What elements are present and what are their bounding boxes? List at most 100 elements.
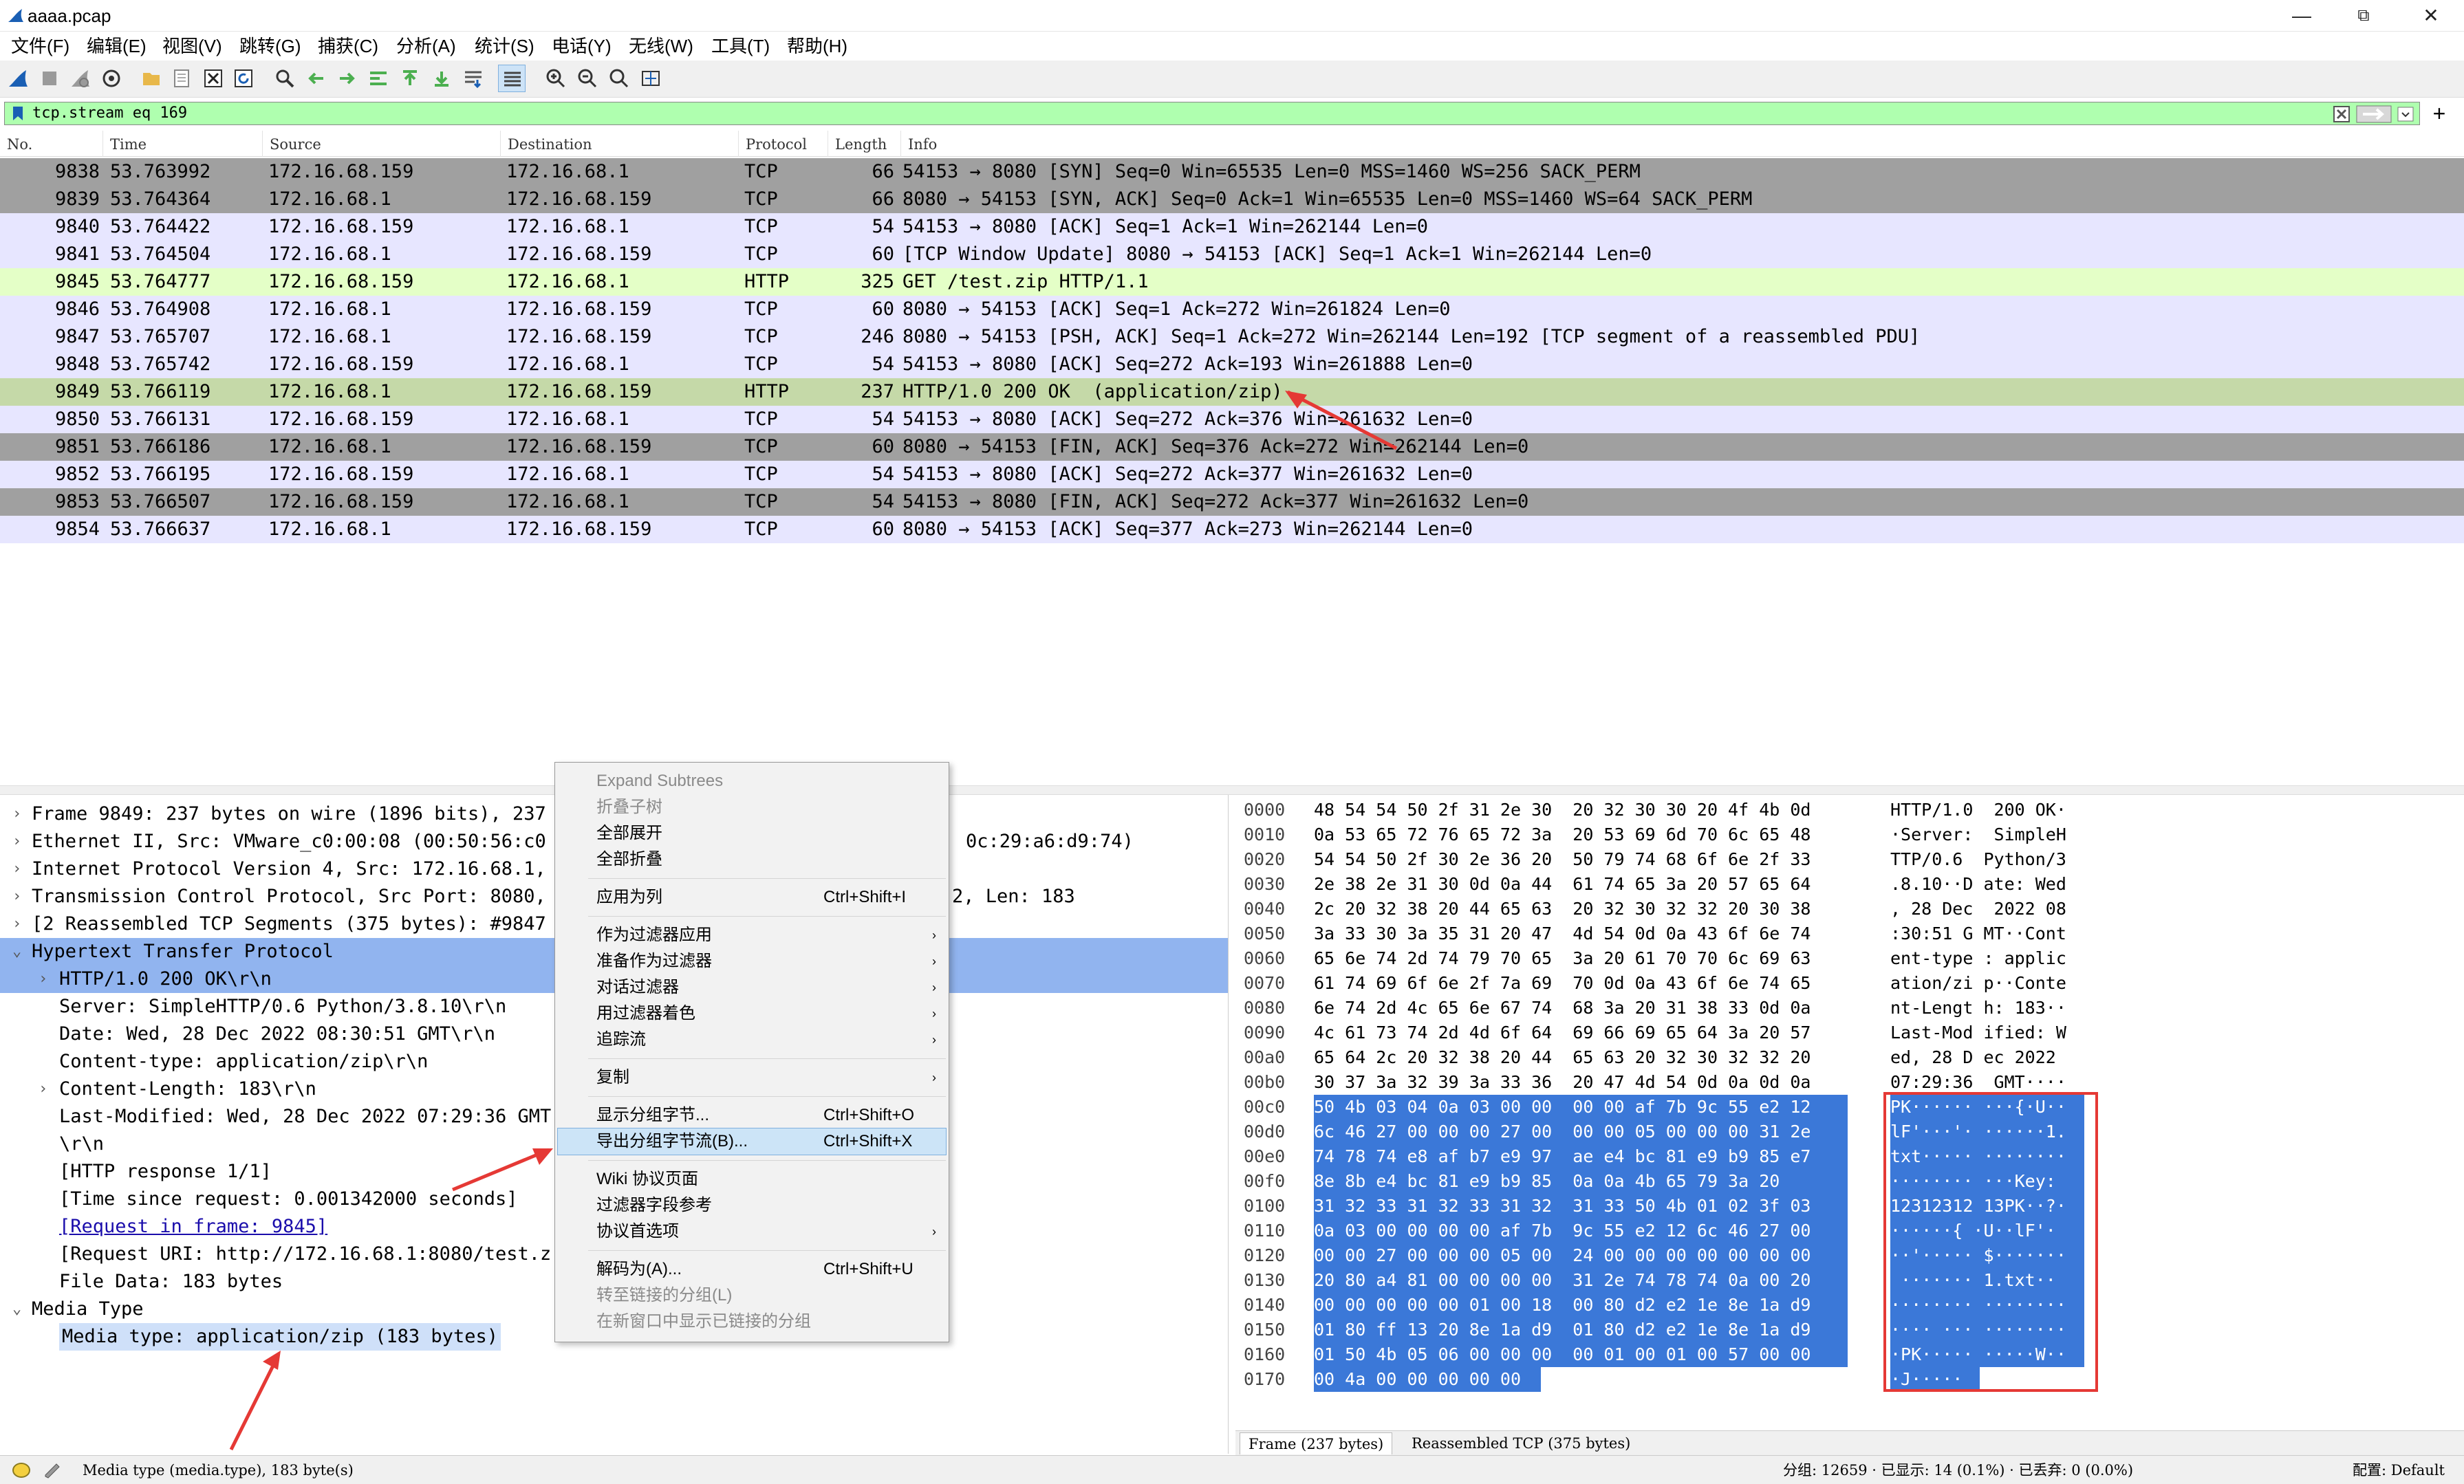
packet-row[interactable]: 9853 53.766507 172.16.68.159 172.16.68.1 TCP… [0, 488, 2464, 516]
stop-capture-icon[interactable] [39, 67, 61, 89]
context-menu-item[interactable]: 解码为(A)... Ctrl+Shift+U [558, 1256, 946, 1283]
detail-text[interactable]: [Request in frame: 9845] [59, 1213, 327, 1241]
menu-tools[interactable]: 工具(T) [706, 32, 775, 61]
context-menu-item[interactable]: 导出分组字节流(B)... Ctrl+Shift+X [557, 1128, 947, 1155]
context-menu-item[interactable]: 全部展开 [558, 820, 946, 847]
collapse-arrow-icon[interactable]: ⌄ [12, 1296, 21, 1323]
close-button[interactable]: ✕ [2401, 0, 2461, 32]
apply-filter-icon[interactable] [2356, 105, 2392, 123]
packet-row[interactable]: 9846 53.764908 172.16.68.1 172.16.68.159 TCP… [0, 296, 2464, 323]
minimize-button[interactable]: — [2271, 0, 2332, 32]
context-menu-label: 准备作为过滤器 [596, 952, 712, 970]
packet-row[interactable]: 9841 53.764504 172.16.68.1 172.16.68.159 TCP… [0, 241, 2464, 268]
packet-time: 53.764422 [110, 216, 211, 237]
context-menu-item[interactable]: 复制 › [558, 1065, 946, 1091]
packet-row[interactable]: 9839 53.764364 172.16.68.1 172.16.68.159 TCP… [0, 186, 2464, 213]
find-packet-icon[interactable] [274, 67, 296, 89]
context-menu-item[interactable]: Wiki 协议页面 [558, 1166, 946, 1192]
packet-row[interactable]: 9854 53.766637 172.16.68.1 172.16.68.159 TCP… [0, 516, 2464, 543]
close-file-icon[interactable] [202, 67, 224, 89]
auto-scroll-icon[interactable] [462, 67, 484, 89]
column-source[interactable]: Source [263, 131, 501, 157]
context-menu-item[interactable]: 用过滤器着色 › [558, 1001, 946, 1027]
bookmark-icon[interactable] [10, 105, 25, 122]
context-menu-item[interactable]: 对话过滤器 › [558, 974, 946, 1001]
go-forward-icon[interactable] [336, 67, 358, 89]
menu-file[interactable]: 文件(F) [6, 32, 75, 61]
context-menu-item[interactable]: 过滤器字段参考 [558, 1192, 946, 1219]
tab-frame[interactable]: Frame (237 bytes) [1240, 1432, 1393, 1454]
filter-dropdown-icon[interactable] [2397, 107, 2414, 122]
packet-row[interactable]: 9845 53.764777 172.16.68.159 172.16.68.1 HTT… [0, 268, 2464, 296]
context-menu-item[interactable]: 应用为列 Ctrl+Shift+I [558, 884, 946, 910]
packet-row[interactable]: 9852 53.766195 172.16.68.159 172.16.68.1 TCP… [0, 461, 2464, 488]
expand-arrow-icon[interactable]: › [12, 855, 21, 883]
packet-row[interactable]: 9838 53.763992 172.16.68.159 172.16.68.1 TCP… [0, 158, 2464, 186]
pane-splitter[interactable] [0, 785, 2464, 795]
expand-arrow-icon[interactable]: › [12, 910, 21, 938]
go-to-packet-icon[interactable] [367, 67, 389, 89]
bytes-off: 0040 [1244, 899, 1286, 919]
menu-telephony[interactable]: 电话(Y) [546, 32, 617, 61]
packet-row[interactable]: 9849 53.766119 172.16.68.1 172.16.68.159 HTT… [0, 378, 2464, 406]
column-protocol[interactable]: Protocol [739, 131, 828, 157]
context-menu-item[interactable]: 作为过滤器应用 › [558, 922, 946, 948]
edit-comment-icon[interactable] [43, 1461, 62, 1481]
start-capture-icon[interactable] [7, 67, 29, 89]
zoom-in-icon[interactable] [545, 67, 567, 89]
maximize-button[interactable]: ⧉ [2333, 0, 2394, 32]
menu-edit[interactable]: 编辑(E) [81, 32, 152, 61]
menu-view[interactable]: 视图(V) [157, 32, 228, 61]
collapse-arrow-icon[interactable]: ⌄ [12, 938, 21, 965]
packet-no: 9839 [55, 188, 100, 210]
packet-row[interactable]: 9848 53.765742 172.16.68.159 172.16.68.1 TCP… [0, 351, 2464, 378]
menu-go[interactable]: 跳转(G) [234, 32, 307, 61]
save-file-icon[interactable] [171, 67, 193, 89]
context-menu-item[interactable]: 显示分组字节... Ctrl+Shift+O [558, 1102, 946, 1128]
column-no[interactable]: No. [0, 131, 103, 157]
context-menu-item[interactable]: 协议首选项 › [558, 1219, 946, 1245]
normal-size-icon[interactable] [608, 67, 630, 89]
resize-columns-icon[interactable] [640, 67, 662, 89]
menu-wireless[interactable]: 无线(W) [623, 32, 699, 61]
expand-arrow-icon[interactable]: › [12, 800, 21, 828]
column-destination[interactable]: Destination [501, 131, 739, 157]
bytes-hex: 54 54 50 2f 30 2e 36 20 50 79 74 68 6f 6… [1314, 849, 1811, 869]
add-filter-button[interactable]: + [2425, 100, 2453, 127]
packet-row[interactable]: 9840 53.764422 172.16.68.159 172.16.68.1 TCP… [0, 213, 2464, 241]
menu-analyze[interactable]: 分析(A) [391, 32, 462, 61]
expand-arrow-icon[interactable]: › [39, 965, 47, 993]
expand-arrow-icon[interactable]: › [12, 828, 21, 855]
clear-filter-icon[interactable] [2333, 105, 2350, 123]
menu-capture[interactable]: 捕获(C) [312, 32, 384, 61]
restart-capture-icon[interactable] [69, 67, 91, 89]
zoom-out-icon[interactable] [576, 67, 598, 89]
capture-options-icon[interactable] [100, 67, 122, 89]
open-file-icon[interactable] [140, 67, 162, 89]
column-length[interactable]: Length [828, 131, 901, 157]
packet-info: 54153 → 8080 [ACK] Seq=272 Ack=193 Win=2… [903, 353, 1473, 375]
packet-row[interactable]: 9851 53.766186 172.16.68.1 172.16.68.159 TCP… [0, 433, 2464, 461]
tab-reassembled-tcp[interactable]: Reassembled TCP (375 bytes) [1403, 1432, 1639, 1454]
expert-info-icon[interactable] [12, 1463, 30, 1478]
context-menu-shortcut: Ctrl+Shift+I [823, 888, 907, 906]
packet-len: 325 [861, 271, 894, 292]
menu-statistics[interactable]: 统计(S) [469, 32, 540, 61]
column-info[interactable]: Info [901, 131, 2464, 157]
context-menu-item[interactable]: 追踪流 › [558, 1027, 946, 1053]
packet-row[interactable]: 9850 53.766131 172.16.68.159 172.16.68.1 TCP… [0, 406, 2464, 433]
menu-help[interactable]: 帮助(H) [781, 32, 853, 61]
go-back-icon[interactable] [305, 67, 327, 89]
context-menu-item[interactable]: 全部折叠 [558, 847, 946, 873]
last-packet-icon[interactable] [431, 67, 453, 89]
column-time[interactable]: Time [103, 131, 263, 157]
colorize-toggle[interactable] [498, 65, 526, 92]
display-filter-input[interactable] [32, 102, 2302, 124]
reload-file-icon[interactable] [233, 67, 255, 89]
expand-arrow-icon[interactable]: › [12, 883, 21, 910]
context-menu-item[interactable]: 准备作为过滤器 › [558, 948, 946, 974]
packet-row[interactable]: 9847 53.765707 172.16.68.1 172.16.68.159 TCP… [0, 323, 2464, 351]
first-packet-icon[interactable] [399, 67, 421, 89]
status-profile[interactable]: 配置: Default [2353, 1456, 2445, 1484]
expand-arrow-icon[interactable]: › [39, 1076, 47, 1103]
